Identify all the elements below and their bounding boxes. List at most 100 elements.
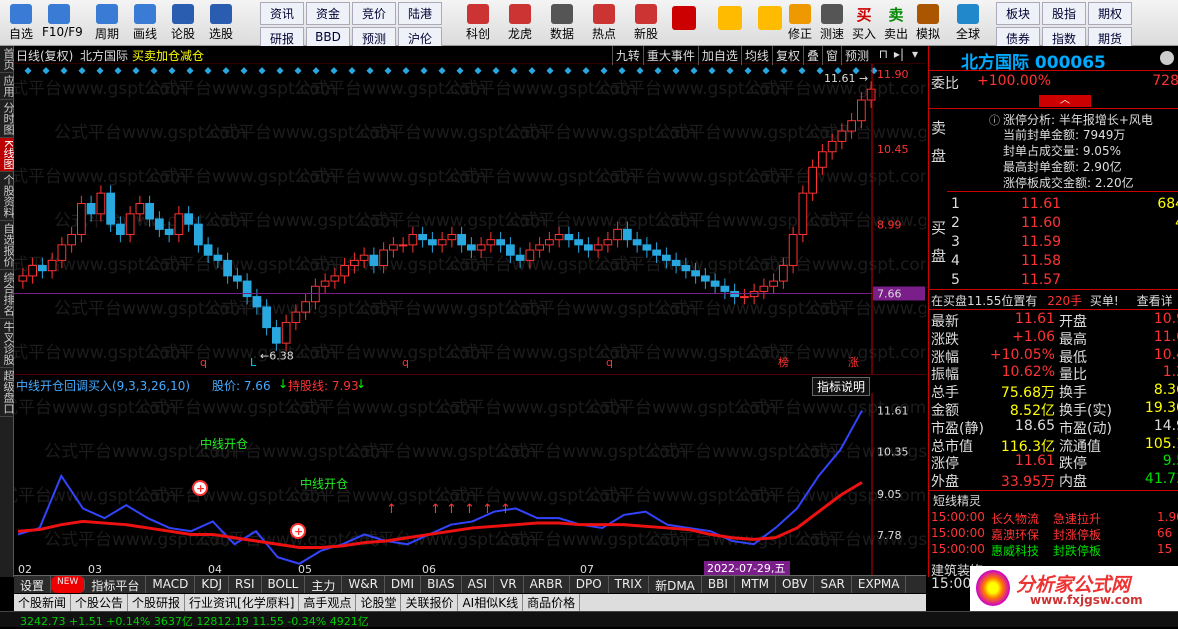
candle[interactable]	[107, 193, 115, 224]
signal-marker[interactable]: 榜	[778, 355, 789, 369]
candle[interactable]	[477, 245, 485, 250]
candle[interactable]	[97, 193, 105, 214]
indicator-tab[interactable]: DMI	[385, 576, 421, 593]
candle[interactable]	[321, 281, 329, 286]
bid-row[interactable]: 111.616840	[949, 196, 1178, 214]
candle[interactable]	[282, 322, 290, 343]
candle[interactable]	[87, 203, 95, 213]
news-tab[interactable]: 关联报价	[401, 594, 458, 611]
candle[interactable]	[292, 312, 300, 322]
event-marker[interactable]	[474, 67, 481, 74]
toolbar-clock-button[interactable]: 周期	[90, 2, 124, 44]
candle[interactable]	[409, 235, 417, 245]
indicator-tab[interactable]: BIAS	[421, 576, 462, 593]
toolbar-globe-button[interactable]: 全球	[952, 2, 984, 44]
toolbar-grid-button[interactable]: 资金	[306, 2, 350, 25]
indicator-tab[interactable]: TRIX	[609, 576, 649, 593]
left-nav-item[interactable]: 应用	[0, 73, 14, 100]
event-marker[interactable]	[240, 67, 247, 74]
toolbar-dragon-button[interactable]: 龙虎	[502, 2, 538, 44]
toolbar-new-stock-button[interactable]: 新股	[628, 2, 664, 44]
candle[interactable]	[175, 214, 183, 235]
kline-toolbar-button[interactable]: 叠	[803, 46, 822, 65]
refresh-icon[interactable]	[1160, 51, 1174, 65]
candle[interactable]	[565, 235, 573, 240]
indicator-tab[interactable]: 主力	[305, 576, 342, 593]
event-marker[interactable]	[96, 67, 103, 74]
toolbar-grid2-button[interactable]: 股指	[1042, 2, 1086, 25]
candle[interactable]	[78, 203, 86, 234]
news-tab[interactable]: 个股研报	[128, 594, 185, 611]
event-marker[interactable]	[114, 67, 121, 74]
event-marker[interactable]	[222, 67, 229, 74]
candle[interactable]	[146, 203, 154, 219]
indicator-tab[interactable]: MACD	[146, 576, 195, 593]
signal-marker[interactable]: q	[200, 356, 207, 369]
event-marker[interactable]	[672, 67, 679, 74]
event-marker[interactable]	[654, 67, 661, 74]
candle[interactable]	[468, 245, 476, 250]
toolbar-fix-button[interactable]: 修正	[784, 2, 816, 44]
indicator-tab[interactable]: BOLL	[262, 576, 306, 593]
event-marker[interactable]	[798, 67, 805, 74]
event-marker[interactable]	[762, 67, 769, 74]
event-marker[interactable]	[366, 67, 373, 74]
candle[interactable]	[360, 255, 368, 260]
short-spirit-row[interactable]: 15:00:00长久物流急速拉升1.90	[929, 510, 1178, 526]
candle[interactable]	[351, 260, 359, 265]
toolbar-grid-button[interactable]: 陆港	[398, 2, 442, 25]
event-marker[interactable]	[528, 67, 535, 74]
left-nav-item[interactable]: 分时图	[0, 100, 14, 138]
candle[interactable]	[185, 214, 193, 224]
news-tab[interactable]: 商品价格	[523, 594, 580, 611]
event-marker[interactable]	[456, 67, 463, 74]
candle[interactable]	[136, 203, 144, 213]
event-marker[interactable]	[330, 67, 337, 74]
candle[interactable]	[390, 245, 398, 250]
candle[interactable]	[555, 235, 563, 240]
candle[interactable]	[809, 167, 817, 193]
indicator-tab[interactable]: ASI	[462, 576, 494, 593]
collapse-icon[interactable]: ︿	[1039, 95, 1091, 107]
candle[interactable]	[731, 291, 739, 296]
candle[interactable]	[68, 235, 76, 245]
candle[interactable]	[721, 286, 729, 291]
indicator-tab[interactable]: EXPMA	[852, 576, 907, 593]
news-tab[interactable]: 个股新闻	[14, 594, 71, 611]
bid-row[interactable]: 211.6043	[949, 215, 1178, 233]
candle[interactable]	[838, 131, 846, 141]
event-marker[interactable]	[150, 67, 157, 74]
toolbar-hot-button[interactable]: 热点	[586, 2, 622, 44]
candle[interactable]	[312, 286, 320, 302]
candle[interactable]	[370, 255, 378, 265]
candle[interactable]	[341, 266, 349, 276]
left-nav-item[interactable]: 超级盘口	[0, 368, 14, 417]
candle[interactable]	[165, 229, 173, 234]
news-tab[interactable]: AI相似K线	[458, 594, 523, 611]
kline-toolbar-button[interactable]: 九转	[612, 46, 643, 65]
indicator-tab[interactable]: 指标平台	[85, 576, 146, 593]
event-marker[interactable]	[564, 67, 571, 74]
candle[interactable]	[536, 245, 544, 250]
candle[interactable]	[858, 100, 866, 121]
indicator-tab[interactable]: RSI	[229, 576, 262, 593]
event-marker[interactable]	[132, 67, 139, 74]
event-marker[interactable]	[78, 67, 85, 74]
arrow-left-icon[interactable]	[718, 6, 742, 30]
left-nav-item[interactable]: 牛叉诊股	[0, 319, 14, 368]
toolbar-pe-button[interactable]: 数据	[544, 2, 580, 44]
period-label[interactable]: 日线(复权)	[16, 47, 73, 64]
short-spirit-title[interactable]: 短线精灵	[933, 492, 981, 509]
event-marker[interactable]	[258, 67, 265, 74]
order-notice[interactable]: 在买盘11.55位置有 220手 买单! 查看详	[931, 292, 1173, 309]
candle[interactable]	[29, 266, 37, 276]
event-marker[interactable]	[636, 67, 643, 74]
left-nav-item[interactable]: 综合排名	[0, 270, 14, 319]
event-marker[interactable]	[294, 67, 301, 74]
event-marker[interactable]	[708, 67, 715, 74]
indicator-tab[interactable]: MTM	[735, 576, 776, 593]
candle[interactable]	[614, 229, 622, 239]
candle[interactable]	[760, 286, 768, 291]
signal-marker[interactable]: L	[250, 356, 257, 369]
limit-up-analysis[interactable]: 涨停分析: 半年报增长+风电	[1003, 111, 1153, 128]
